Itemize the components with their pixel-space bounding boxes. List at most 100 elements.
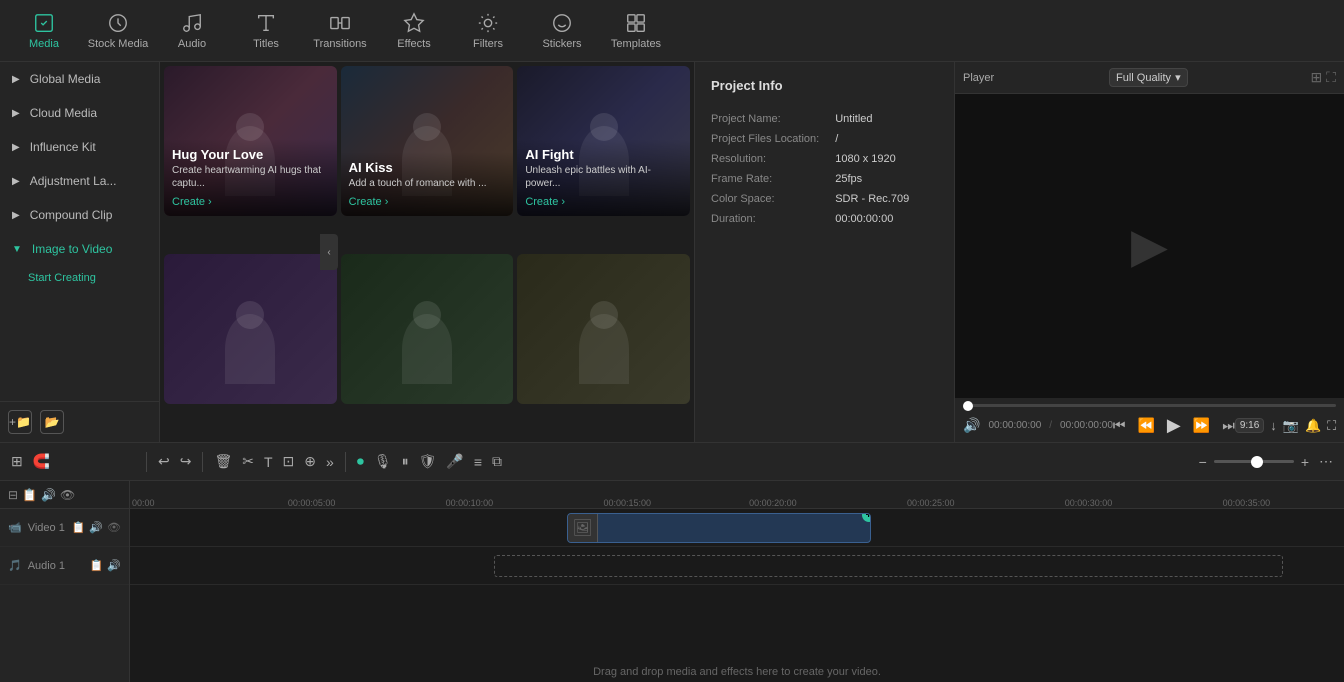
media-card-ai-kiss[interactable]: AI Kiss Add a touch of romance with ... … xyxy=(341,66,514,216)
magnet-icon[interactable]: 🧲 xyxy=(30,450,53,473)
stabilize-btn[interactable]: ⧉ xyxy=(489,450,505,473)
skip-forward-icon[interactable]: ⏭ xyxy=(1222,417,1235,434)
grid-view-icon[interactable]: ⊞ xyxy=(1310,69,1322,86)
zoom-in-icon[interactable]: + xyxy=(1298,451,1312,473)
mic-btn[interactable]: 🎤 xyxy=(443,450,466,473)
step-forward-icon[interactable]: ⏩ xyxy=(1193,417,1210,434)
audio-track-icon2[interactable]: 🔊 xyxy=(107,559,121,572)
card-desc-ai-kiss: Add a touch of romance with ... xyxy=(349,177,506,190)
expand-icon[interactable]: ⛶ xyxy=(1327,418,1336,434)
voiceover-btn[interactable]: 🎙 xyxy=(371,450,395,473)
nav-item-media[interactable]: Media xyxy=(8,3,80,59)
volume-icon[interactable]: 🔊 xyxy=(963,417,980,434)
project-info-title: Project Info xyxy=(711,78,938,93)
folder-icon[interactable]: 📂 xyxy=(40,410,64,434)
card-title-hug-your-love: Hug Your Love xyxy=(172,147,329,162)
sidebar-item-cloud-media[interactable]: ▶ Cloud Media xyxy=(0,96,159,130)
nav-item-filters[interactable]: Filters xyxy=(452,3,524,59)
video-track-icon2[interactable]: 🔊 xyxy=(89,521,103,534)
label-project-name: Project Name: xyxy=(711,113,819,125)
sidebar-label-influence-kit: Influence Kit xyxy=(30,140,96,154)
media-card-hug-your-love[interactable]: Hug Your Love Create heartwarming AI hug… xyxy=(164,66,337,216)
clip-plus-btn[interactable]: + xyxy=(862,513,871,522)
player-progress-bar[interactable] xyxy=(963,404,1336,407)
nav-item-audio[interactable]: Audio xyxy=(156,3,228,59)
audio-track-icon1[interactable]: 📋 xyxy=(90,559,104,572)
quality-label: Full Quality xyxy=(1116,72,1171,84)
media-content: Hug Your Love Create heartwarming AI hug… xyxy=(160,62,694,442)
collapse-tracks-icon[interactable]: ⊟ xyxy=(8,488,18,502)
label-project-files: Project Files Location: xyxy=(711,133,819,145)
shield-btn[interactable]: 🛡 xyxy=(416,450,440,473)
redo-btn[interactable]: ↪ xyxy=(177,450,195,473)
auto-caption-btn[interactable]: ⏸ xyxy=(399,450,412,473)
cut-btn[interactable]: ✂ xyxy=(239,450,257,473)
bottom-timeline: ⊞ 🧲 ↩ ↪ 🗑 ✂ T ⊡ ⊕ » ⏺ 🎙 ⏸ 🛡 🎤 ≡ ⧉ − + ⋯ xyxy=(0,442,1344,682)
track-label-audio1: 🎵 Audio 1 📋 🔊 xyxy=(0,547,129,585)
undo-btn[interactable]: ↩ xyxy=(155,450,173,473)
sidebar-item-influence-kit[interactable]: ▶ Influence Kit xyxy=(0,130,159,164)
play-icon[interactable]: ▶ xyxy=(1167,415,1181,436)
delete-btn[interactable]: 🗑 xyxy=(211,450,235,473)
timeline-clip-video[interactable]: 🖼 + xyxy=(567,513,871,543)
more-btn[interactable]: » xyxy=(323,451,337,473)
nav-item-templates[interactable]: Templates xyxy=(600,3,672,59)
record-btn[interactable]: ⏺ xyxy=(354,450,367,473)
nav-item-titles[interactable]: Titles xyxy=(230,3,302,59)
card-desc-hug-your-love: Create heartwarming AI hugs that captu..… xyxy=(172,164,329,190)
label-color-space: Color Space: xyxy=(711,193,819,205)
sidebar-collapse-btn[interactable]: ‹ xyxy=(320,234,338,270)
zoom-out-icon[interactable]: − xyxy=(1196,451,1210,473)
project-info-panel: Project Info Project Name: Untitled Proj… xyxy=(694,62,954,442)
skip-back-icon[interactable]: ⏮ xyxy=(1113,417,1126,434)
merge-btn[interactable]: ⊕ xyxy=(301,450,319,473)
add-track-icon[interactable]: ⊞ xyxy=(8,450,26,473)
top-nav: Media Stock Media Audio Titles Transitio… xyxy=(0,0,1344,62)
nav-item-transitions[interactable]: Transitions xyxy=(304,3,376,59)
sidebar-item-compound-clip[interactable]: ▶ Compound Clip xyxy=(0,198,159,232)
text-btn[interactable]: T xyxy=(261,451,276,473)
track-settings-icon[interactable]: 🔊 xyxy=(41,488,56,502)
video-track-icon3[interactable]: 👁 xyxy=(107,521,121,534)
sidebar-item-global-media[interactable]: ▶ Global Media xyxy=(0,62,159,96)
track-name-audio1: Audio 1 xyxy=(28,560,65,572)
nav-label-templates: Templates xyxy=(611,38,661,50)
speaker-icon[interactable]: 🔔 xyxy=(1305,418,1321,434)
zoom-more-icon[interactable]: ⋯ xyxy=(1316,450,1336,473)
nav-item-effects[interactable]: Effects xyxy=(378,3,450,59)
sidebar-item-adjustment-layer[interactable]: ▶ Adjustment La... xyxy=(0,164,159,198)
card-btn-ai-fight[interactable]: Create › xyxy=(525,196,565,208)
audio-icon: 🎵 xyxy=(8,559,22,572)
add-track-icon-2[interactable]: 📋 xyxy=(22,488,37,502)
player-left-actions: 🔊 00:00:00:00 / 00:00:00:00 xyxy=(963,417,1113,434)
snapshot-icon[interactable]: 📷 xyxy=(1283,418,1299,434)
add-folder-icon[interactable]: +📁 xyxy=(8,410,32,434)
media-card-5[interactable] xyxy=(341,254,514,404)
media-card-4[interactable] xyxy=(164,254,337,404)
eye-icon[interactable]: 👁 xyxy=(60,488,75,502)
aspect-ratio-selector[interactable]: 9:16 xyxy=(1235,418,1264,433)
card-btn-ai-kiss[interactable]: Create › xyxy=(349,196,389,208)
quality-selector[interactable]: Full Quality ▾ xyxy=(1109,68,1188,87)
fullscreen-icon[interactable]: ⛶ xyxy=(1326,69,1336,86)
export-icon[interactable]: ↓ xyxy=(1270,418,1277,433)
nav-item-stock-media[interactable]: Stock Media xyxy=(82,3,154,59)
zoom-slider[interactable] xyxy=(1214,460,1294,463)
step-back-icon[interactable]: ⏪ xyxy=(1137,417,1154,434)
sidebar-label-cloud-media: Cloud Media xyxy=(30,106,97,120)
caption-icon[interactable]: ≡ xyxy=(471,451,485,473)
media-card-ai-fight[interactable]: AI Fight Unleash epic battles with AI-po… xyxy=(517,66,690,216)
main-area: ▶ Global Media ▶ Cloud Media ▶ Influence… xyxy=(0,62,1344,442)
sidebar-sub-start-creating[interactable]: Start Creating xyxy=(0,266,159,290)
nav-item-stickers[interactable]: Stickers xyxy=(526,3,598,59)
crop-btn[interactable]: ⊡ xyxy=(280,450,298,473)
timeline-drop-zone[interactable] xyxy=(494,555,1283,577)
card-btn-hug-your-love[interactable]: Create › xyxy=(172,196,212,208)
sidebar-item-image-to-video[interactable]: ▼ Image to Video xyxy=(0,232,159,266)
arrow-icon: ▶ xyxy=(12,142,20,153)
timeline-toolbar: ⊞ 🧲 ↩ ↪ 🗑 ✂ T ⊡ ⊕ » ⏺ 🎙 ⏸ 🛡 🎤 ≡ ⧉ − + ⋯ xyxy=(0,443,1344,481)
nav-label-effects: Effects xyxy=(397,38,430,50)
media-card-6[interactable] xyxy=(517,254,690,404)
video-track-icon1[interactable]: 📋 xyxy=(72,521,86,534)
arrow-icon: ▶ xyxy=(12,108,20,119)
